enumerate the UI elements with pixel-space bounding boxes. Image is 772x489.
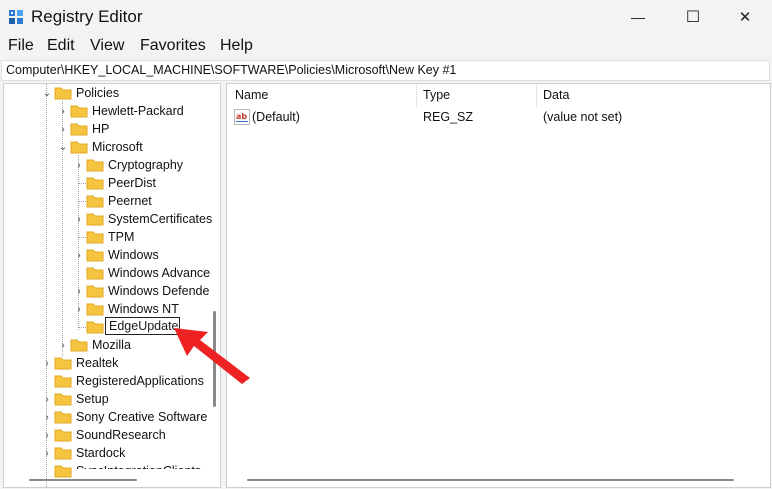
tree-guide-line (78, 237, 86, 238)
tree-item-windows-nt[interactable]: Windows NT (108, 302, 179, 316)
close-icon: ✕ (738, 9, 752, 26)
tree-item-microsoft[interactable]: Microsoft (92, 140, 143, 154)
tree-guide-line (78, 327, 86, 328)
tree-item-windows[interactable]: Windows (108, 248, 159, 262)
menu-view[interactable]: View (90, 37, 124, 55)
string-value-icon: ab (234, 109, 250, 125)
registry-editor-icon (9, 10, 23, 24)
chevron-right-icon[interactable]: › (74, 286, 84, 297)
folder-icon (70, 105, 88, 118)
tree-item-peernet[interactable]: Peernet (108, 194, 152, 208)
tree-item-windows-defender[interactable]: Windows Defende (108, 284, 209, 298)
folder-icon (86, 285, 104, 298)
maximize-button[interactable]: ☐ (669, 0, 717, 34)
chevron-down-icon[interactable]: ⌄ (58, 142, 68, 153)
chevron-right-icon[interactable]: › (58, 106, 68, 117)
tree-guide-line (46, 84, 47, 487)
folder-icon (54, 447, 72, 460)
column-header-name[interactable]: Name (235, 88, 268, 102)
tree-guide-line (78, 183, 86, 184)
column-header-data[interactable]: Data (543, 88, 569, 102)
folder-icon (70, 339, 88, 352)
chevron-right-icon[interactable]: › (42, 358, 52, 369)
list-horizontal-scrollbar[interactable] (247, 479, 734, 481)
address-bar[interactable]: Computer\HKEY_LOCAL_MACHINE\SOFTWARE\Pol… (1, 60, 770, 81)
tree-item-cryptography[interactable]: Cryptography (108, 158, 183, 172)
folder-icon (86, 321, 104, 334)
folder-icon (86, 303, 104, 316)
chevron-right-icon[interactable]: › (42, 430, 52, 441)
minimize-icon: — (631, 9, 645, 25)
tree-item-tpm[interactable]: TPM (108, 230, 134, 244)
tree-item-stardock[interactable]: Stardock (76, 446, 125, 460)
tree-item-mozilla[interactable]: Mozilla (92, 338, 131, 352)
folder-icon (86, 195, 104, 208)
folder-icon (54, 411, 72, 424)
tree-item-hp[interactable]: HP (92, 122, 109, 136)
folder-icon (86, 177, 104, 190)
tree-item-peerdist[interactable]: PeerDist (108, 176, 156, 190)
svg-text:ab: ab (236, 112, 247, 121)
tree-item-realtek[interactable]: Realtek (76, 356, 118, 370)
values-list-pane[interactable]: Name Type Data ab (Default) REG_SZ (valu… (226, 83, 771, 488)
tree-guide-line (62, 101, 63, 356)
window-title: Registry Editor (31, 7, 143, 26)
chevron-right-icon[interactable]: › (74, 214, 84, 225)
chevron-right-icon[interactable]: › (42, 394, 52, 405)
close-button[interactable]: ✕ (721, 0, 769, 34)
folder-icon (86, 159, 104, 172)
folder-icon (86, 249, 104, 262)
chevron-right-icon[interactable]: › (74, 250, 84, 261)
folder-icon (54, 357, 72, 370)
folder-icon (54, 375, 72, 388)
rename-key-input[interactable]: EdgeUpdate (105, 317, 180, 335)
tree-item-windows-advanced[interactable]: Windows Advance (108, 266, 210, 280)
tree-item-policies[interactable]: Policies (76, 86, 119, 100)
value-type-cell: REG_SZ (423, 110, 474, 124)
red-arrow-icon (174, 328, 250, 384)
tree-item-hewlett-packard[interactable]: Hewlett-Packard (92, 104, 184, 118)
column-separator[interactable] (536, 84, 537, 108)
chevron-right-icon[interactable]: › (58, 340, 68, 351)
value-name-cell[interactable]: (Default) (252, 110, 300, 124)
menu-file[interactable]: File (8, 37, 34, 55)
chevron-down-icon[interactable]: ⌄ (42, 88, 52, 99)
folder-icon (86, 231, 104, 244)
value-data-cell: (value not set) (543, 110, 623, 124)
chevron-right-icon[interactable]: › (42, 412, 52, 423)
menu-bar: File Edit View Favorites Help (0, 36, 772, 58)
folder-icon (54, 465, 72, 478)
tree-item-systemcertificates[interactable]: SystemCertificates (108, 212, 212, 226)
folder-icon (70, 123, 88, 136)
tree-item-sony-creative-software[interactable]: Sony Creative Software (76, 410, 207, 424)
folder-icon (86, 267, 104, 280)
tree-horizontal-scrollbar[interactable] (29, 479, 137, 481)
column-header-type[interactable]: Type (423, 88, 450, 102)
column-separator[interactable] (416, 84, 417, 108)
tree-item-setup[interactable]: Setup (76, 392, 109, 406)
tree-item-soundresearch[interactable]: SoundResearch (76, 428, 166, 442)
menu-favorites[interactable]: Favorites (140, 37, 206, 55)
minimize-button[interactable]: — (614, 0, 662, 34)
tree-item-syncintegrationclients[interactable]: SyncIntegrationClients (76, 464, 201, 469)
folder-open-icon (70, 141, 88, 154)
tree-guide-line (78, 201, 86, 202)
folder-icon (86, 213, 104, 226)
menu-edit[interactable]: Edit (47, 37, 75, 55)
chevron-right-icon[interactable]: › (58, 124, 68, 135)
maximize-icon: ☐ (685, 9, 701, 26)
folder-open-icon (54, 87, 72, 100)
title-bar: Registry Editor — ☐ ✕ (0, 0, 772, 34)
folder-icon (54, 429, 72, 442)
key-tree-pane[interactable]: ⌄ Policies › Hewlett-Packard › HP ⌄ Micr… (3, 83, 221, 488)
chevron-right-icon[interactable]: › (42, 448, 52, 459)
menu-help[interactable]: Help (220, 37, 253, 55)
chevron-right-icon[interactable]: › (74, 160, 84, 171)
chevron-right-icon[interactable]: › (74, 304, 84, 315)
folder-icon (54, 393, 72, 406)
